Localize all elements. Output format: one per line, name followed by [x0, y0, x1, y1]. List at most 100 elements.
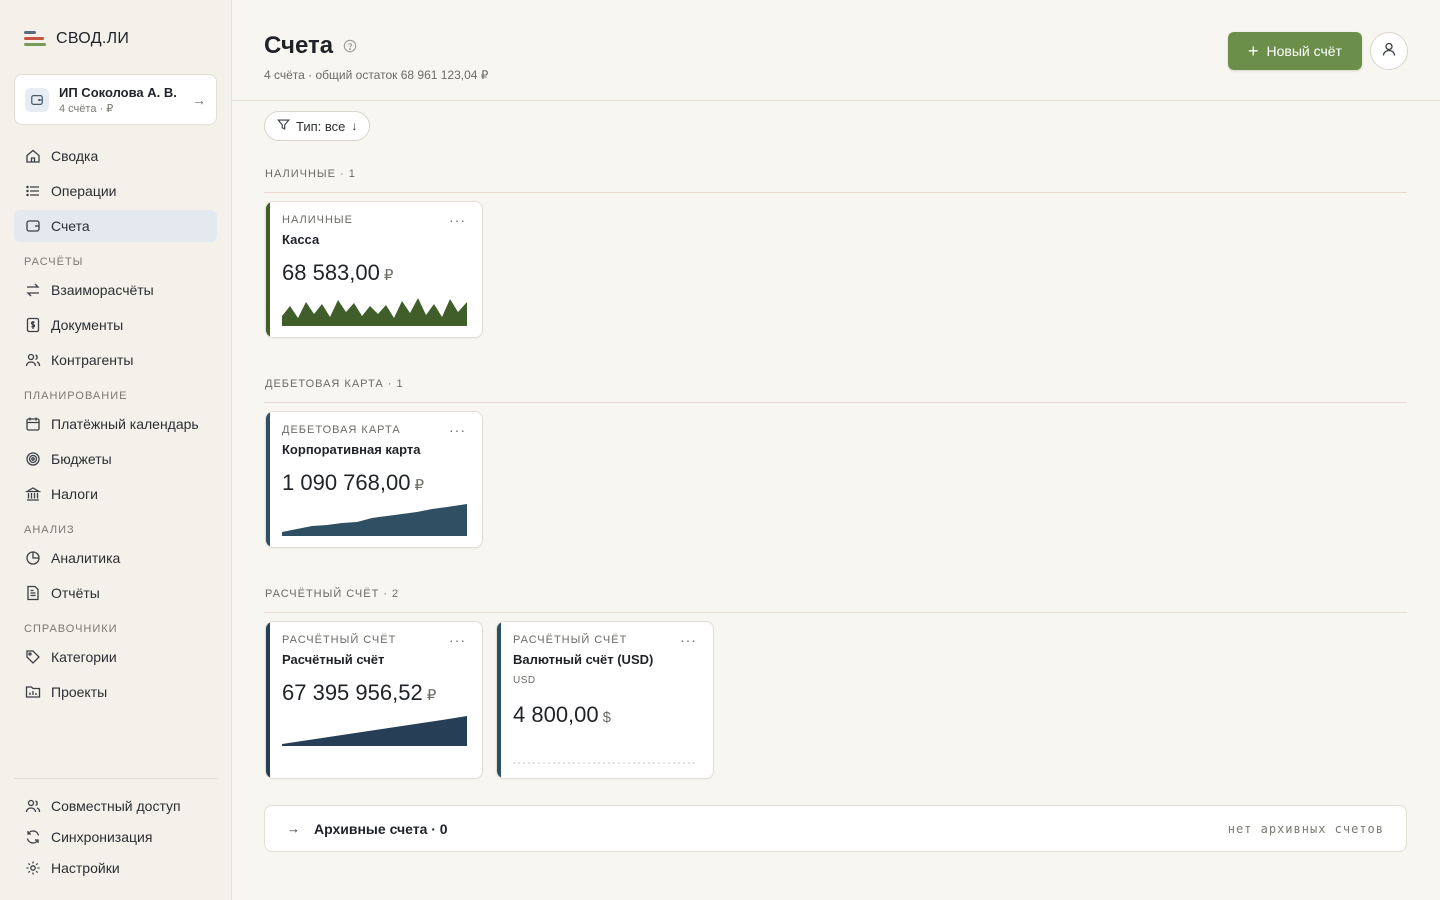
sidebar-item-label: Настройки — [51, 860, 120, 876]
logo-text: СВОД.ЛИ — [56, 30, 130, 47]
currency-symbol: $ — [602, 709, 611, 726]
organization-summary: 4 счёта · ₽ — [59, 102, 114, 115]
sidebar-section-references: СПРАВОЧНИКИ — [24, 623, 118, 635]
sidebar-item-accounts[interactable]: Счета — [14, 210, 217, 242]
sidebar-item-label: Совместный доступ — [51, 798, 181, 814]
archived-accounts-title: Архивные счета · 0 — [314, 820, 448, 837]
sidebar-section-analysis: АНАЛИЗ — [24, 524, 75, 536]
sidebar-item-label: Взаиморасчёты — [51, 282, 154, 298]
sidebar-item-label: Бюджеты — [51, 451, 112, 467]
sidebar-item-reports[interactable]: Отчёты — [14, 577, 217, 609]
sidebar-item-label: Операции — [51, 183, 117, 199]
account-balance-value: 68 583,00 — [282, 260, 380, 285]
new-account-button[interactable]: + Новый счёт — [1228, 32, 1362, 70]
organization-name: ИП Соколова А. В. — [59, 84, 177, 100]
account-color-bar — [266, 622, 270, 778]
balance-sparkline — [282, 504, 467, 536]
account-name: Валютный счёт (USD) — [513, 652, 654, 667]
account-balance: 67 395 956,52 ₽ — [282, 680, 436, 706]
group-title-cash: НАЛИЧНЫЕ · 1 — [265, 168, 356, 180]
sidebar-item-settings[interactable]: Настройки — [14, 852, 217, 884]
new-account-button-label: Новый счёт — [1266, 43, 1342, 59]
account-card-cash[interactable]: НАЛИЧНЫЕ Касса ··· 68 583,00 ₽ — [265, 201, 483, 338]
bank-icon — [24, 486, 41, 503]
page-subtitle: 4 счёта · общий остаток 68 961 123,04 ₽ — [264, 68, 489, 82]
sidebar-item-projects[interactable]: Проекты — [14, 676, 217, 708]
app-logo[interactable]: СВОД.ЛИ — [24, 30, 129, 48]
sidebar-item-counterparties[interactable]: Контрагенты — [14, 344, 217, 376]
account-name: Касса — [282, 232, 320, 247]
account-card-corporate-card[interactable]: ДЕБЕТОВАЯ КАРТА Корпоративная карта ··· … — [265, 411, 483, 548]
currency-symbol: ₽ — [426, 687, 437, 704]
organization-switcher[interactable]: ИП Соколова А. В. 4 счёта · ₽ → — [14, 74, 217, 125]
sidebar-item-label: Контрагенты — [51, 352, 134, 368]
page-title: Счета — [264, 32, 334, 59]
account-type: РАСЧЁТНЫЙ СЧЁТ — [513, 634, 628, 646]
account-balance-value: 4 800,00 — [513, 702, 599, 727]
report-icon — [24, 585, 41, 602]
calendar-icon — [24, 416, 41, 433]
account-card-settlement[interactable]: РАСЧЁТНЫЙ СЧЁТ Расчётный счёт ··· 67 395… — [265, 621, 483, 779]
sidebar-item-documents[interactable]: Документы — [14, 309, 217, 341]
wallet-icon — [24, 218, 41, 235]
user-icon — [1381, 41, 1397, 62]
account-balance-value: 1 090 768,00 — [282, 470, 411, 495]
home-icon — [24, 148, 41, 165]
sidebar: СВОД.ЛИ ИП Соколова А. В. 4 счёта · ₽ → … — [0, 0, 232, 900]
account-color-bar — [497, 622, 501, 778]
arrow-right-icon: → — [192, 91, 206, 108]
group-title-settlement: РАСЧЁТНЫЙ СЧЁТ · 2 — [265, 588, 400, 600]
sidebar-item-categories[interactable]: Категории — [14, 641, 217, 673]
account-card-usd[interactable]: РАСЧЁТНЫЙ СЧЁТ Валютный счёт (USD) USD ·… — [496, 621, 714, 779]
balance-sparkline — [282, 716, 467, 746]
sidebar-item-sharing[interactable]: Совместный доступ — [14, 790, 217, 822]
sidebar-section-settlements: РАСЧЁТЫ — [24, 256, 84, 268]
more-options-icon[interactable]: ··· — [680, 632, 697, 648]
pie-chart-icon — [24, 550, 41, 567]
sidebar-item-sync[interactable]: Синхронизация — [14, 821, 217, 853]
sidebar-item-taxes[interactable]: Налоги — [14, 478, 217, 510]
sidebar-item-label: Проекты — [51, 684, 108, 700]
wallet-icon — [25, 87, 49, 112]
target-icon — [24, 451, 41, 468]
more-options-icon[interactable]: ··· — [449, 212, 466, 228]
help-icon[interactable] — [343, 39, 357, 58]
account-type: РАСЧЁТНЫЙ СЧЁТ — [282, 634, 397, 646]
account-name: Корпоративная карта — [282, 442, 421, 457]
currency-symbol: ₽ — [383, 267, 394, 284]
sidebar-item-label: Документы — [51, 317, 124, 333]
gear-icon — [24, 860, 41, 877]
sidebar-item-analytics[interactable]: Аналитика — [14, 542, 217, 574]
sidebar-item-label: Синхронизация — [51, 829, 153, 845]
account-color-bar — [266, 202, 270, 337]
sidebar-item-budgets[interactable]: Бюджеты — [14, 443, 217, 475]
more-options-icon[interactable]: ··· — [449, 422, 466, 438]
filter-icon — [277, 118, 290, 134]
plus-icon: + — [1248, 41, 1259, 61]
sidebar-item-payment-calendar[interactable]: Платёжный календарь — [14, 408, 217, 440]
sidebar-item-summary[interactable]: Сводка — [14, 140, 217, 172]
header-divider — [232, 100, 1440, 101]
currency-symbol: ₽ — [414, 477, 425, 494]
account-type: НАЛИЧНЫЕ — [282, 214, 353, 226]
sidebar-item-settlements[interactable]: Взаиморасчёты — [14, 274, 217, 306]
balance-sparkline — [282, 298, 467, 326]
sidebar-item-label: Аналитика — [51, 550, 121, 566]
folder-chart-icon — [24, 684, 41, 701]
archived-accounts-section[interactable]: → Архивные счета · 0 нет архивных счетов — [264, 805, 1407, 852]
account-balance: 4 800,00 $ — [513, 702, 611, 728]
users-icon — [24, 798, 41, 815]
type-filter[interactable]: Тип: все ↓ — [264, 111, 371, 141]
user-profile-button[interactable] — [1370, 32, 1408, 70]
sidebar-section-planning: ПЛАНИРОВАНИЕ — [24, 390, 128, 402]
sidebar-item-operations[interactable]: Операции — [14, 175, 217, 207]
sidebar-item-label: Категории — [51, 649, 117, 665]
document-dollar-icon — [24, 317, 41, 334]
sync-icon — [24, 829, 41, 846]
sidebar-item-label: Счета — [51, 218, 90, 234]
more-options-icon[interactable]: ··· — [449, 632, 466, 648]
type-filter-label: Тип: все — [296, 118, 346, 134]
users-icon — [24, 352, 41, 369]
list-icon — [24, 183, 41, 200]
sidebar-item-label: Платёжный календарь — [51, 416, 199, 432]
